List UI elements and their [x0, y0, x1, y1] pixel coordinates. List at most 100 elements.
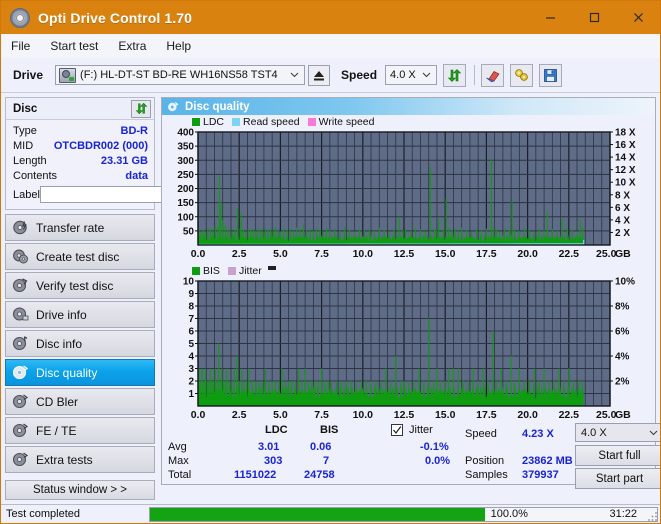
window-title: Opti Drive Control 1.70 [38, 9, 192, 26]
results-max-bis: 7 [323, 455, 330, 467]
svg-text:17.5: 17.5 [476, 248, 497, 260]
minimize-icon[interactable] [528, 1, 572, 34]
svg-text:10 X: 10 X [615, 178, 636, 189]
save-button[interactable] [539, 63, 563, 87]
jitter-checkbox[interactable] [391, 424, 403, 436]
svg-text:6: 6 [188, 327, 194, 338]
svg-text:5.0: 5.0 [273, 409, 288, 421]
drive-label: Drive [13, 68, 44, 82]
results-total-ldc: 1151022 [234, 469, 277, 481]
disc-row-key: Type [13, 124, 37, 137]
results-max-ldc: 303 [264, 455, 283, 467]
svg-text:300: 300 [177, 156, 194, 167]
close-icon[interactable] [616, 1, 660, 34]
speed-value: 4.23 X [522, 428, 554, 440]
tools-icon [514, 68, 528, 81]
sidebar-item-create-test-disc[interactable]: Create test disc [5, 243, 155, 270]
refresh-button[interactable] [443, 63, 467, 87]
erase-button[interactable] [481, 63, 505, 87]
disc-info-icon [12, 336, 28, 351]
start-full-button[interactable]: Start full [575, 445, 660, 466]
jitter-marker-icon [267, 265, 276, 270]
sidebar: Disc Type BD-R MID OTCBDR002 (000) Lengt… [1, 93, 242, 500]
speed-select-value: 4.0 X [390, 69, 416, 81]
svg-text:25.0: 25.0 [596, 409, 617, 421]
svg-text:15.0: 15.0 [435, 409, 456, 421]
svg-text:25.0: 25.0 [596, 248, 617, 260]
disc-row-type: Type BD-R [13, 123, 148, 138]
start-part-button[interactable]: Start part [575, 468, 660, 489]
sidebar-item-label: Disc info [36, 336, 83, 351]
menu-item-extra[interactable]: Extra [118, 39, 146, 53]
chevron-down-icon [290, 72, 299, 78]
disc-row-value: BD-R [120, 124, 149, 137]
resize-grip-icon[interactable] [647, 510, 658, 521]
toolbar: Drive (F:) HL-DT-ST BD-RE WH16NS58 TST4 … [1, 58, 660, 93]
disc-refresh-button[interactable] [131, 99, 151, 118]
legend-item-ldc: LDC [192, 116, 224, 128]
svg-text:8%: 8% [615, 302, 630, 313]
sidebar-item-drive-info[interactable]: Drive info [5, 301, 155, 328]
results-row-avg-name: Avg [168, 441, 187, 453]
samples-key: Samples [465, 469, 508, 481]
svg-text:5.0: 5.0 [273, 248, 288, 260]
eject-button[interactable] [308, 64, 331, 86]
svg-text:7.5: 7.5 [314, 248, 329, 260]
disc-row-length: Length 23.31 GB [13, 153, 148, 168]
disc-fete-icon [12, 423, 29, 438]
tools-button[interactable] [510, 63, 534, 87]
svg-text:250: 250 [177, 170, 194, 181]
menu-item-start-test[interactable]: Start test [50, 39, 98, 53]
svg-text:9: 9 [188, 289, 194, 300]
results-row-total-name: Total [168, 469, 192, 481]
svg-text:8 X: 8 X [615, 190, 630, 201]
svg-text:5: 5 [188, 339, 194, 350]
svg-text:150: 150 [177, 198, 194, 209]
sidebar-item-disc-info[interactable]: Disc info [5, 330, 155, 357]
menu-item-help[interactable]: Help [166, 39, 191, 53]
results-col-ldc: LDC [265, 424, 288, 436]
disc-create-icon [13, 249, 28, 264]
svg-text:20.0: 20.0 [517, 409, 538, 421]
nav-list: Transfer rate Create test disc Verify te… [5, 214, 155, 473]
disc-quality-icon [168, 101, 179, 111]
svg-text:350: 350 [177, 142, 194, 153]
svg-text:22.5: 22.5 [559, 409, 580, 421]
position-value: 23862 MB [522, 455, 573, 467]
status-bar: Test completed 100.0% 31:22 [1, 504, 660, 523]
svg-text:0.0: 0.0 [191, 248, 206, 260]
svg-text:6 X: 6 X [615, 203, 630, 214]
test-speed-select[interactable]: 4.0 X [575, 423, 660, 442]
sidebar-item-cd-bler[interactable]: CD Bler [5, 388, 155, 415]
menu-item-file[interactable]: File [11, 39, 30, 53]
progress-percent: 100.0% [490, 508, 528, 520]
maximize-icon[interactable] [572, 1, 616, 34]
toolbar-separator [474, 65, 476, 85]
drive-select[interactable]: (F:) HL-DT-ST BD-RE WH16NS58 TST4 [55, 65, 306, 85]
save-icon [544, 68, 557, 82]
chevron-down-icon [422, 72, 431, 78]
sidebar-item-transfer-rate[interactable]: Transfer rate [5, 214, 155, 241]
svg-text:10: 10 [183, 277, 195, 288]
menu-bar: File Start test Extra Help [1, 34, 660, 58]
svg-text:17.5: 17.5 [476, 409, 497, 421]
svg-text:400: 400 [177, 128, 194, 139]
sidebar-item-label: FE / TE [36, 423, 77, 438]
sidebar-item-fe-te[interactable]: FE / TE [5, 417, 155, 444]
disc-row-key: MID [13, 139, 34, 152]
application-window: Opti Drive Control 1.70 File Start test … [0, 0, 661, 524]
status-window-button[interactable]: Status window > > [5, 480, 155, 500]
panel-header: Disc quality [162, 98, 655, 115]
sidebar-item-verify-test-disc[interactable]: Verify test disc [5, 272, 155, 299]
disc-row-value: 23.31 GB [100, 154, 148, 167]
speed-select[interactable]: 4.0 X [385, 65, 438, 85]
svg-text:7.5: 7.5 [314, 409, 329, 421]
svg-text:2: 2 [188, 377, 194, 388]
svg-text:18 X: 18 X [615, 128, 636, 139]
disc-label-key: Label [13, 188, 40, 201]
samples-value: 379937 [522, 469, 559, 481]
sidebar-item-label: Verify test disc [36, 278, 114, 293]
sidebar-item-extra-tests[interactable]: Extra tests [5, 446, 155, 473]
svg-text:2 X: 2 X [615, 228, 630, 239]
sidebar-item-disc-quality[interactable]: Disc quality [5, 359, 155, 386]
